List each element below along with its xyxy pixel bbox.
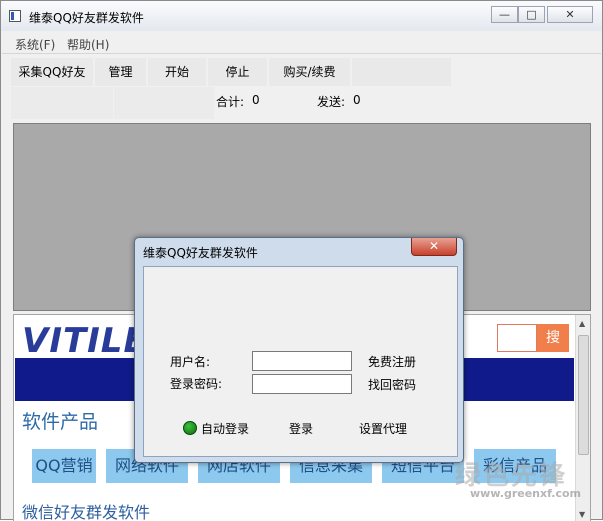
dialog-close-button[interactable]: ✕ [411, 238, 457, 256]
auto-login-label[interactable]: 自动登录 [201, 420, 249, 437]
start-button[interactable]: 开始 [148, 58, 207, 86]
menu-bar: 系统(F) 帮助(H) [2, 33, 601, 54]
scroll-up-icon[interactable]: ▲ [579, 319, 585, 328]
toolbar-spacer [352, 58, 452, 86]
dialog-body: 用户名: 免费注册 登录密码: 找回密码 自动登录 登录 设置代理 [143, 266, 458, 457]
menu-help[interactable]: 帮助(H) [67, 36, 109, 53]
username-input[interactable] [252, 351, 352, 371]
username-label: 用户名: [170, 355, 211, 369]
web-search-button[interactable]: 搜 [537, 324, 569, 352]
menu-system[interactable]: 系统(F) [15, 36, 55, 53]
login-button[interactable]: 登录 [289, 420, 313, 437]
section-title: 软件产品 [22, 411, 99, 433]
watermark-url: www.greenxf.com [470, 487, 582, 500]
scroll-thumb[interactable] [578, 335, 589, 455]
register-link[interactable]: 免费注册 [368, 353, 416, 370]
weixin-product-title[interactable]: 微信好友群发软件 [22, 499, 150, 521]
web-search-input[interactable] [497, 324, 537, 352]
proxy-settings-button[interactable]: 设置代理 [359, 420, 407, 437]
maximize-button[interactable]: □ [518, 6, 545, 23]
close-button[interactable]: ✕ [547, 6, 593, 23]
vitile-logo[interactable]: VITILE [22, 321, 148, 361]
window-title: 维泰QQ好友群发软件 [29, 11, 144, 25]
minimize-button[interactable]: — [491, 6, 518, 23]
title-bar: 维泰QQ好友群发软件 — □ ✕ [1, 1, 602, 31]
stats-panel-left [11, 87, 113, 119]
total-value: 0 [252, 93, 260, 107]
password-label: 登录密码: [170, 377, 223, 391]
auto-login-toggle-icon[interactable] [183, 421, 197, 435]
buy-renew-button[interactable]: 购买/续费 [269, 58, 351, 86]
dialog-title: 维泰QQ好友群发软件 [143, 246, 258, 260]
password-input[interactable] [252, 374, 352, 394]
app-icon [9, 10, 21, 22]
recover-password-link[interactable]: 找回密码 [368, 376, 416, 393]
stop-button[interactable]: 停止 [208, 58, 268, 86]
category-qq-marketing[interactable]: QQ营销 [32, 449, 96, 483]
stats-row: 合计: 0 发送: 0 [11, 87, 601, 119]
sent-label: 发送: [317, 95, 346, 109]
manage-button[interactable]: 管理 [95, 58, 147, 86]
login-dialog: 维泰QQ好友群发软件 ✕ 用户名: 免费注册 登录密码: 找回密码 自动登录 登… [134, 237, 464, 463]
collect-qq-button[interactable]: 采集QQ好友 [11, 58, 94, 86]
scroll-down-icon[interactable]: ▼ [579, 510, 585, 519]
stats-panel-mid [114, 87, 214, 119]
sent-value: 0 [353, 93, 361, 107]
total-label: 合计: [216, 95, 245, 109]
